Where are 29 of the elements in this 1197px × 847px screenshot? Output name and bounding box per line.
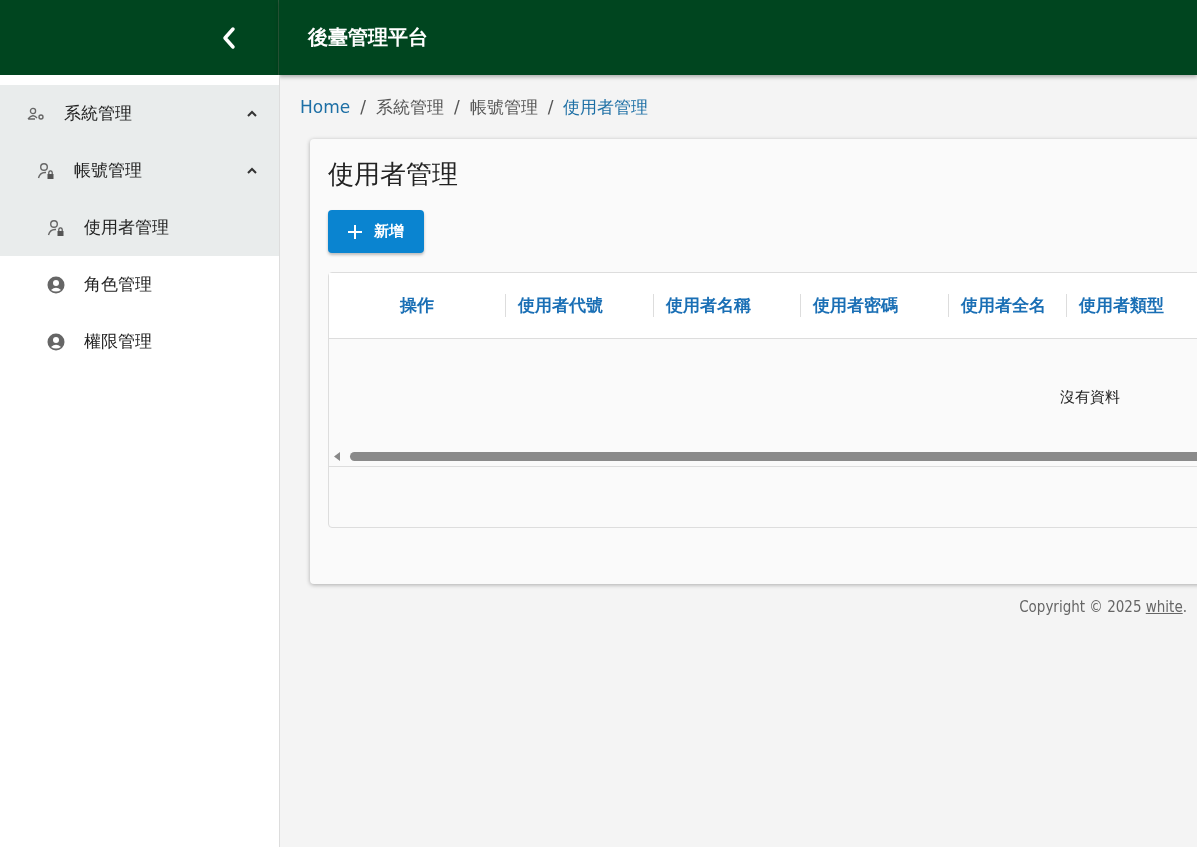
column-header[interactable]: 使用者全名 — [948, 294, 1066, 317]
column-header[interactable]: 使用者密碼 — [800, 294, 948, 317]
column-header[interactable]: 使用者名稱 — [653, 294, 800, 317]
column-header[interactable]: 使用者代號 — [505, 294, 653, 317]
sidebar-item[interactable]: 權限管理 — [0, 313, 279, 370]
app-title: 後臺管理平台 — [308, 24, 428, 51]
sidebar-item[interactable]: 使用者管理 — [0, 199, 279, 256]
copyright-link[interactable]: white — [1145, 598, 1183, 616]
page-title: 使用者管理 — [328, 158, 459, 191]
breadcrumb-link[interactable]: Home — [300, 97, 351, 117]
breadcrumb-separator: / — [360, 97, 366, 117]
breadcrumb-separator: / — [453, 97, 460, 117]
sidebar-item[interactable]: 角色管理 — [0, 256, 279, 313]
breadcrumb-link[interactable]: 使用者管理 — [563, 95, 649, 119]
sidebar-item[interactable]: 帳號管理 — [0, 142, 279, 199]
chevron-up-icon — [247, 167, 257, 174]
copyright-text: Copyright © 2025 white. — [1019, 598, 1187, 616]
empty-message: 沒有資料 — [1060, 388, 1120, 407]
breadcrumb-link[interactable]: 帳號管理 — [469, 95, 538, 119]
breadcrumb-link[interactable]: 系統管理 — [375, 95, 444, 119]
scroll-left-arrow-icon[interactable] — [334, 451, 340, 461]
column-header[interactable]: 使用者類型 — [1066, 294, 1197, 317]
add-button[interactable]: 新增 — [328, 210, 424, 253]
chevron-up-icon — [247, 110, 257, 117]
column-header[interactable]: 操作 — [329, 294, 505, 317]
sidebar-item[interactable]: 系統管理 — [0, 85, 279, 142]
breadcrumb-separator: / — [547, 97, 554, 117]
chevron-left-icon[interactable] — [222, 25, 236, 50]
plus-icon — [348, 224, 362, 239]
